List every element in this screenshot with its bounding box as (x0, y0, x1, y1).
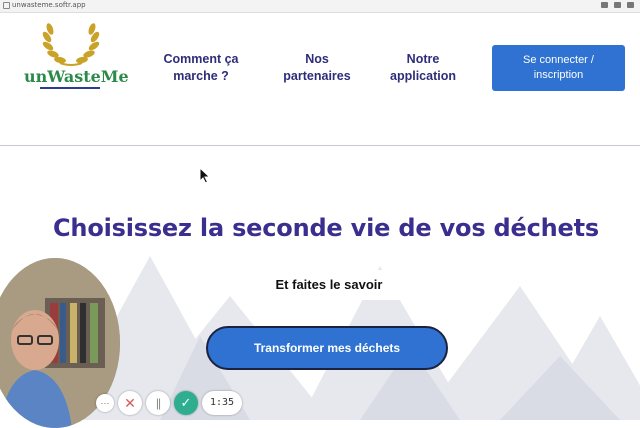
more-icon: ··· (100, 398, 110, 408)
hero-title: Choisissez la seconde vie de vos déchets (53, 214, 599, 242)
logo-underline (40, 87, 100, 89)
login-signup-button[interactable]: Se connecter / inscription (492, 45, 625, 91)
pause-recording-button[interactable]: || (146, 391, 170, 415)
browser-toolbar-icons (601, 2, 634, 8)
nav-partners-line1: Nos (305, 52, 329, 66)
pause-icon: || (155, 396, 161, 410)
recording-controls: ··· ✕ || ✓ 1:35 (96, 390, 243, 416)
close-icon: ✕ (124, 394, 136, 411)
browser-address-bar[interactable]: unwasteme.softr.app (0, 0, 640, 13)
address-url[interactable]: unwasteme.softr.app (12, 1, 86, 9)
hero-subtitle: Et faites le savoir (258, 270, 400, 300)
transform-waste-button[interactable]: Transformer mes déchets (206, 326, 448, 370)
nav-how-it-works[interactable]: Comment ça marche ? (156, 51, 246, 85)
nav-our-app[interactable]: Notre application (378, 51, 468, 85)
lock-icon (3, 2, 10, 9)
login-line2: inscription (533, 69, 584, 81)
recording-timer: 1:35 (202, 391, 243, 415)
nav-partners[interactable]: Nos partenaires (272, 51, 362, 85)
extension-icon[interactable] (601, 2, 608, 8)
nav-how-it-works-line2: marche ? (173, 69, 229, 83)
check-icon: ✓ (180, 395, 192, 410)
nav-how-it-works-line1: Comment ça (163, 52, 239, 66)
more-options-button[interactable]: ··· (96, 394, 114, 412)
logo-text: unWasteMe (24, 67, 129, 86)
laurel-wreath-icon (42, 23, 100, 66)
cancel-recording-button[interactable]: ✕ (118, 391, 142, 415)
site-header: unWasteMe Comment ça marche ? Nos parten… (0, 13, 640, 145)
nav-partners-line2: partenaires (283, 69, 351, 83)
login-line1: Se connecter / (523, 54, 594, 66)
nav-our-app-line2: application (390, 69, 456, 83)
mouse-cursor-icon (199, 167, 211, 184)
finish-recording-button[interactable]: ✓ (174, 391, 198, 415)
site-logo[interactable]: unWasteMe (24, 21, 129, 101)
menu-icon[interactable] (627, 2, 634, 8)
nav-our-app-line1: Notre (406, 52, 440, 66)
bookmark-icon[interactable] (614, 2, 621, 8)
